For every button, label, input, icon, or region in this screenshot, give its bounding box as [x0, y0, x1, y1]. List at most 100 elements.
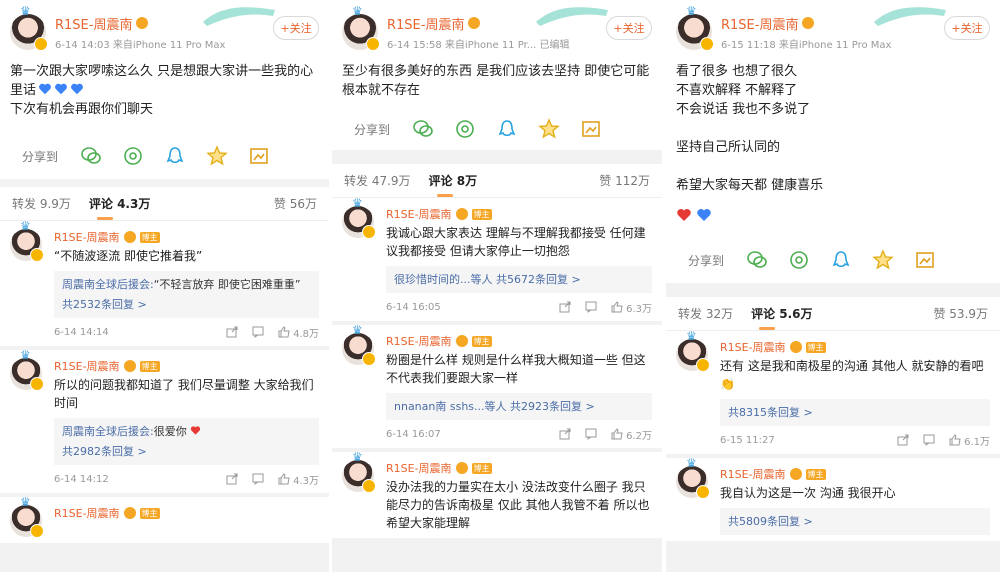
weibo-post-panel-1: ♛ R1SE-周震南 6-14 14:03 来自iPhone 11 Pro Ma… — [0, 0, 329, 572]
more-replies-link[interactable]: 共2982条回复 > — [62, 443, 311, 460]
reply-author[interactable]: 周震南全球后援会: — [62, 278, 154, 291]
tab-repost[interactable]: 转发 9.9万 — [12, 195, 71, 212]
thumb-up-icon — [949, 434, 961, 446]
reply-box[interactable]: 很珍惜时间的...等人 共5672条回复 > — [386, 266, 652, 293]
share-image-icon[interactable] — [580, 118, 602, 140]
favorite-star-icon[interactable] — [538, 118, 560, 140]
follow-button[interactable]: +关注 — [273, 16, 319, 40]
share-image-icon[interactable] — [248, 145, 270, 167]
comment-tabs: 转发 47.9万 评论 8万 赞 112万 — [332, 164, 662, 198]
comment-author[interactable]: R1SE-周震南 — [54, 229, 120, 245]
like-action[interactable]: 4.3万 — [278, 472, 319, 487]
avatar[interactable]: ♛ — [10, 5, 48, 51]
comment-author[interactable]: R1SE-周震南 — [720, 339, 786, 355]
reply-box[interactable]: 共8315条回复 > — [720, 399, 990, 426]
follow-button[interactable]: +关注 — [944, 16, 990, 40]
moments-icon[interactable] — [122, 145, 144, 167]
avatar[interactable]: ♛ — [342, 451, 376, 493]
avatar[interactable]: ♛ — [10, 496, 44, 538]
reply-action[interactable] — [585, 301, 597, 313]
avatar[interactable]: ♛ — [342, 324, 376, 366]
post-author[interactable]: R1SE-周震南 — [721, 14, 798, 33]
brush-decoration-icon — [536, 7, 608, 27]
like-action[interactable]: 6.2万 — [611, 427, 652, 442]
moments-icon[interactable] — [454, 118, 476, 140]
like-count: 4.8万 — [293, 328, 319, 340]
more-replies-link[interactable]: 共5672条回复 > — [496, 273, 581, 286]
red-heart-icon — [677, 209, 691, 221]
reply-authors-link[interactable]: 很珍惜时间的...等人 — [394, 273, 493, 286]
post-line: 下次有机会再跟你们聊天 — [10, 102, 154, 117]
reply-box[interactable]: 周震南全球后援会:“不轻言放弃 即使它困难重重” 共2532条回复 > — [54, 271, 319, 318]
avatar[interactable]: ♛ — [342, 197, 376, 239]
share-action[interactable] — [559, 301, 571, 313]
post-source: 来自iPhone 11 Pro Max — [778, 39, 892, 51]
thumb-up-icon — [278, 473, 290, 485]
share-action[interactable] — [559, 428, 571, 440]
post-author[interactable]: R1SE-周震南 — [387, 14, 464, 33]
like-action[interactable]: 6.1万 — [949, 433, 990, 448]
reply-box[interactable]: 共5809条回复 > — [720, 508, 990, 535]
share-image-icon[interactable] — [914, 249, 936, 271]
reply-action[interactable] — [252, 473, 264, 485]
tab-comment[interactable]: 评论 4.3万 — [89, 195, 150, 220]
share-bar: 分享到 — [342, 108, 652, 150]
vip-badge-icon — [468, 17, 481, 29]
reply-action[interactable] — [585, 428, 597, 440]
share-action[interactable] — [226, 473, 238, 485]
follow-button[interactable]: +关注 — [606, 16, 652, 40]
avatar[interactable]: ♛ — [10, 220, 44, 262]
comment-author[interactable]: R1SE-周震南 — [54, 505, 120, 521]
tab-repost[interactable]: 转发 47.9万 — [344, 172, 411, 189]
vip-badge-icon — [136, 17, 149, 29]
more-replies-link[interactable]: 共2923条回复 > — [510, 400, 595, 413]
wechat-icon[interactable] — [80, 145, 102, 167]
wechat-icon[interactable] — [746, 249, 768, 271]
more-replies-link[interactable]: 共5809条回复 > — [728, 515, 813, 528]
more-replies-link[interactable]: 共2532条回复 > — [62, 296, 311, 313]
comment-author[interactable]: R1SE-周震南 — [386, 206, 452, 222]
comment-author[interactable]: R1SE-周震南 — [720, 466, 786, 482]
share-action[interactable] — [897, 434, 909, 446]
tab-comment[interactable]: 评论 8万 — [429, 172, 477, 197]
reply-box[interactable]: nnanan南 sshs...等人 共2923条回复 > — [386, 393, 652, 420]
share-action[interactable] — [226, 326, 238, 338]
reply-box[interactable]: 周震南全球后援会:很爱你 共2982条回复 > — [54, 418, 319, 465]
comment-author[interactable]: R1SE-周震南 — [386, 460, 452, 476]
reply-text: 很爱你 — [153, 425, 187, 438]
like-action[interactable]: 4.8万 — [278, 325, 319, 340]
comment-text-content: 还有 这是我和南极星的沟通 其他人 就安静的看吧 — [720, 359, 984, 373]
weibo-post-panel-2: ♛ R1SE-周震南 6-14 15:58 来自iPhone 11 Pr... … — [332, 0, 662, 572]
post-time: 6-15 11:18 — [721, 39, 776, 51]
reply-action[interactable] — [923, 434, 935, 446]
favorite-star-icon[interactable] — [872, 249, 894, 271]
favorite-star-icon[interactable] — [206, 145, 228, 167]
tab-comment[interactable]: 评论 5.6万 — [751, 305, 813, 330]
avatar[interactable]: ♛ — [342, 5, 380, 51]
avatar[interactable]: ♛ — [676, 457, 710, 499]
vip-badge-icon — [455, 462, 468, 474]
like-action[interactable]: 6.3万 — [611, 300, 652, 315]
comment-author[interactable]: R1SE-周震南 — [54, 358, 120, 374]
avatar[interactable]: ♛ — [676, 5, 714, 51]
tab-repost[interactable]: 转发 32万 — [678, 305, 733, 322]
qq-icon[interactable] — [164, 145, 186, 167]
tab-likes[interactable]: 赞 56万 — [274, 195, 317, 212]
post-author[interactable]: R1SE-周震南 — [55, 14, 132, 33]
more-replies-link[interactable]: 共8315条回复 > — [728, 406, 813, 419]
comment-author[interactable]: R1SE-周震南 — [386, 333, 452, 349]
tab-likes[interactable]: 赞 53.9万 — [933, 305, 988, 322]
avatar[interactable]: ♛ — [676, 330, 710, 372]
crown-icon: ♛ — [352, 4, 363, 18]
qq-icon[interactable] — [830, 249, 852, 271]
reply-action[interactable] — [252, 326, 264, 338]
avatar[interactable]: ♛ — [10, 349, 44, 391]
comment-text: 所以的问题我都知道了 我们尽量调整 大家给我们时间 — [54, 378, 314, 410]
reply-authors-link[interactable]: nnanan南 sshs...等人 — [394, 400, 507, 413]
qq-icon[interactable] — [496, 118, 518, 140]
post-time: 6-14 15:58 — [387, 39, 442, 51]
tab-likes[interactable]: 赞 112万 — [599, 172, 650, 189]
reply-author[interactable]: 周震南全球后援会: — [62, 425, 154, 438]
wechat-icon[interactable] — [412, 118, 434, 140]
moments-icon[interactable] — [788, 249, 810, 271]
